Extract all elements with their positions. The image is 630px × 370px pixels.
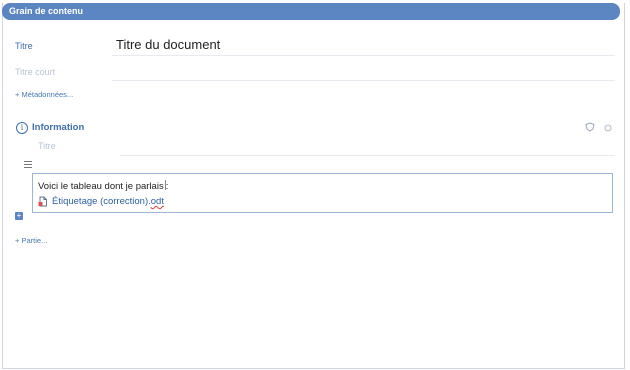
information-section-title: Information — [32, 122, 85, 133]
rich-text-editor[interactable]: Voici le tableau dont je parlais: Étique… — [32, 173, 613, 213]
section-title-label: Titre — [38, 141, 56, 151]
info-circle-icon: i — [16, 122, 28, 134]
circle-icon[interactable] — [603, 123, 613, 133]
editor-text-end: : — [165, 181, 169, 192]
short-title-field-input[interactable] — [112, 80, 615, 81]
add-block-plus-icon[interactable]: + — [15, 212, 23, 220]
shield-icon[interactable] — [585, 122, 595, 132]
editor-paragraph: Voici le tableau dont je parlais: — [38, 180, 168, 192]
content-header: Grain de contenu — [2, 3, 620, 20]
title-field-label: Titre — [15, 41, 33, 51]
title-field-input[interactable]: Titre du document — [116, 37, 220, 52]
content-header-title: Grain de contenu — [9, 6, 84, 16]
attachment-link[interactable]: Étiquetage (correction).odt — [38, 196, 164, 207]
metadata-link[interactable]: + Métadonnées... — [15, 90, 73, 99]
section-title-input[interactable] — [120, 155, 615, 156]
drag-handle-icon[interactable] — [24, 161, 32, 168]
attachment-name: Étiquetage (correction). — [52, 196, 151, 207]
document-file-icon — [38, 196, 47, 207]
add-part-link[interactable]: + Partie... — [15, 236, 47, 245]
title-field-underline — [112, 55, 615, 56]
editor-text: Voici le tableau dont je parlais — [38, 181, 164, 192]
short-title-field-label: Titre court — [15, 67, 56, 77]
attachment-extension: odt — [150, 196, 164, 207]
